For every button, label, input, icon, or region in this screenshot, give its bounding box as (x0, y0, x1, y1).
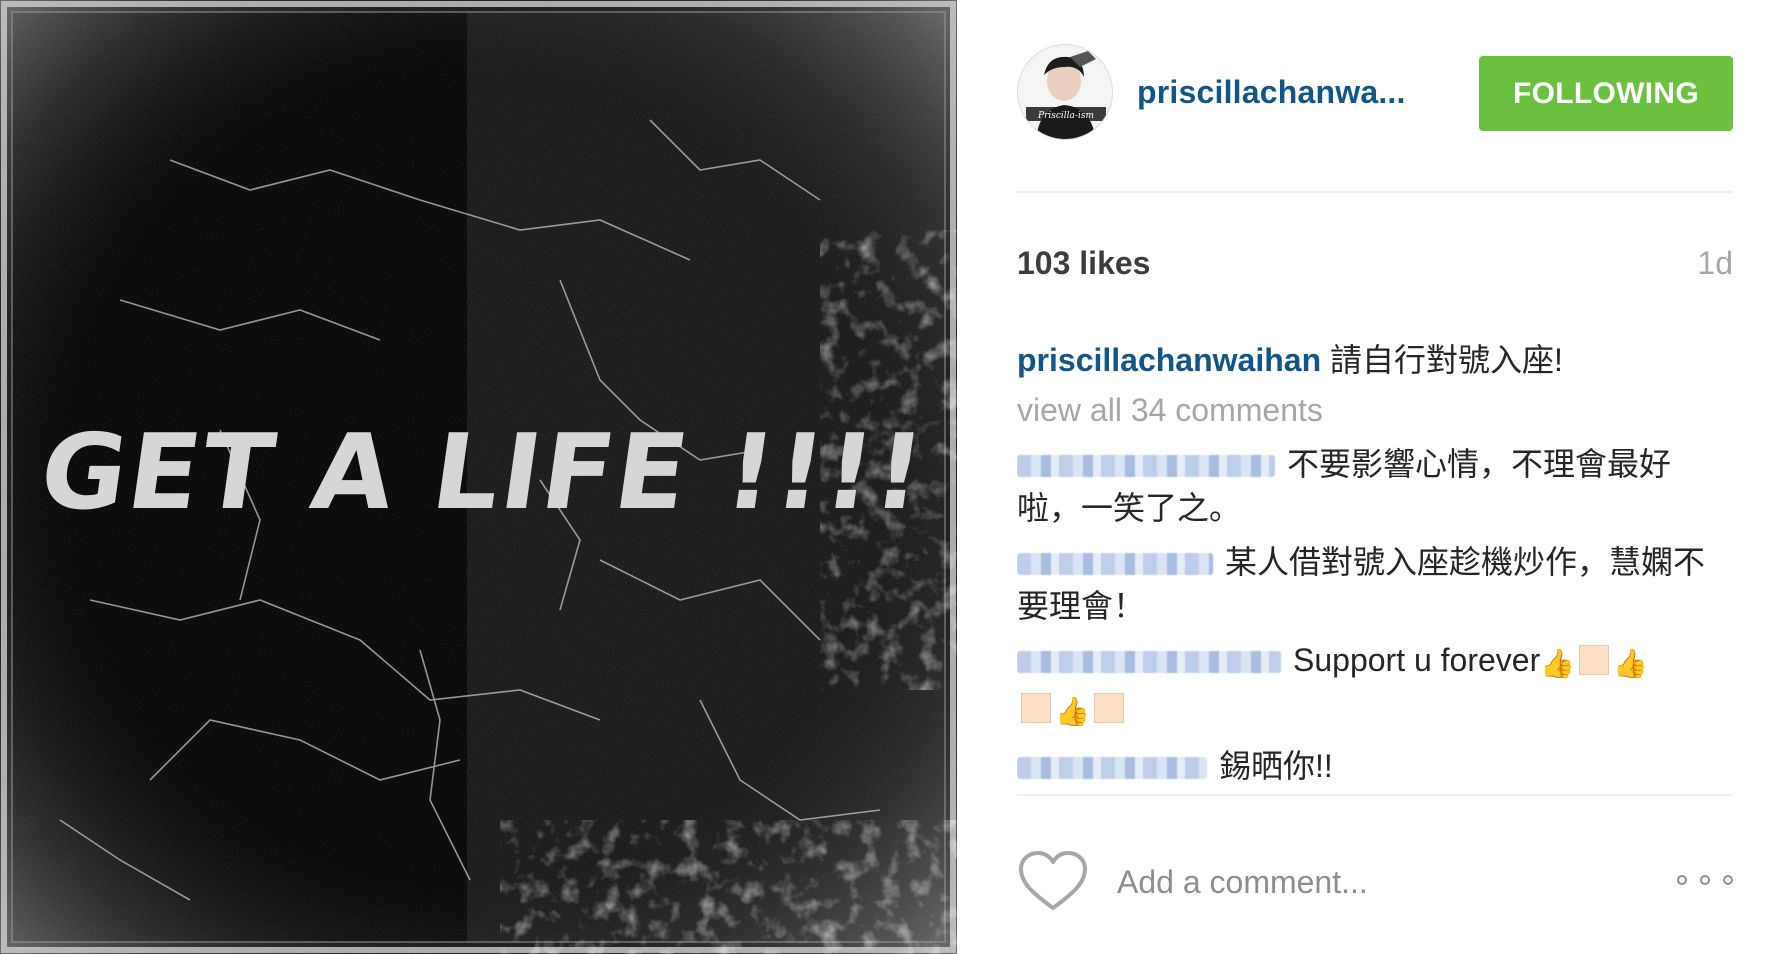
svg-text:Priscilla-ism: Priscilla-ism (1037, 111, 1094, 121)
avatar-image: Priscilla-ism (1018, 45, 1112, 139)
instagram-post-view: GET A LIFE !!!! Priscilla-ism priscillac… (0, 0, 1792, 954)
caption: priscillachanwaihan 請自行對號入座! (1017, 338, 1733, 382)
thumbs-up-emoji-icon: 👍 (1055, 696, 1090, 727)
header-divider (1017, 191, 1733, 193)
post-details-panel: Priscilla-ism priscillachanwa... FOLLOWI… (1017, 0, 1733, 954)
comment-text: Support u forever (1293, 642, 1541, 678)
post-footer (1017, 850, 1733, 930)
blurred-author[interactable] (1017, 553, 1213, 575)
caption-author-link[interactable]: priscillachanwaihan (1017, 342, 1321, 378)
comments-list: priscillachanwaihan 請自行對號入座! view all 34… (1017, 338, 1733, 794)
comment-item-partial: 錫晒你!! (1017, 744, 1733, 788)
comment-item: 不要影響心情，不理會最好啦，一笑了之。 (1017, 442, 1733, 530)
post-photo[interactable]: GET A LIFE !!!! (0, 0, 957, 954)
likes-count[interactable]: 103 likes (1017, 245, 1150, 282)
username-link[interactable]: priscillachanwa... (1137, 74, 1437, 111)
dot-icon (1723, 875, 1733, 885)
post-time: 1d (1697, 245, 1733, 281)
view-all-comments-link[interactable]: view all 34 comments (1017, 388, 1733, 432)
comments-divider (1017, 794, 1733, 796)
comment-item: 某人借對號入座趁機炒作，慧嫻不要理會！ (1017, 540, 1733, 628)
comment-text: 錫晒你!! (1219, 748, 1333, 784)
blurred-author[interactable] (1017, 651, 1281, 673)
get-a-life-text: GET A LIFE !!!! (33, 411, 933, 532)
avatar[interactable]: Priscilla-ism (1017, 44, 1113, 140)
comment-item: Support u forever👍 👍 👍 (1017, 638, 1733, 734)
thumbs-up-emoji-icon: 👍 (1540, 648, 1576, 679)
blurred-author[interactable] (1017, 757, 1207, 779)
more-options-icon[interactable] (1677, 870, 1733, 890)
thumbs-up-emoji-icon: 👍 (1613, 648, 1648, 679)
caption-text: 請自行對號入座! (1330, 342, 1563, 378)
add-comment-input[interactable] (1117, 860, 1617, 904)
post-header: Priscilla-ism priscillachanwa... FOLLOWI… (1017, 44, 1733, 144)
dot-icon (1677, 875, 1687, 885)
heart-outline-icon[interactable] (1017, 850, 1089, 912)
skin-tone-emoji-icon (1579, 645, 1610, 675)
following-button[interactable]: FOLLOWING (1479, 56, 1733, 131)
blurred-author[interactable] (1017, 455, 1275, 477)
dot-icon (1700, 875, 1710, 885)
grunge-texture-image: GET A LIFE !!!! (0, 0, 957, 954)
svg-text:GET A LIFE !!!!: GET A LIFE !!!! (33, 411, 933, 532)
skin-tone-emoji-icon (1021, 693, 1051, 723)
skin-tone-emoji-icon (1093, 693, 1124, 723)
